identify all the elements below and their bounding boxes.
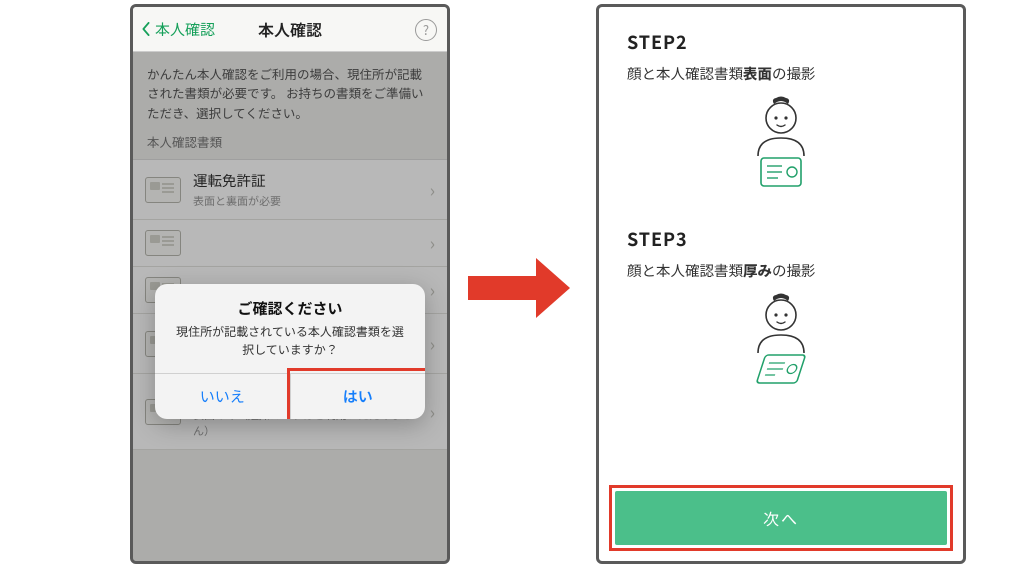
nav-bar: 本人確認 本人確認 ? [133,7,447,52]
right-phone-frame: STEP2 顔と本人確認書類表面の撮影 STEP3 [596,4,966,564]
alert-message: 現住所が記載されている本人確認書類を選択していますか？ [155,323,425,373]
step3-illustration [627,293,935,403]
step3-desc: 顔と本人確認書類厚みの撮影 [627,260,935,281]
step2-desc-post: の撮影 [772,63,816,84]
alert-title: ご確認ください [155,284,425,323]
person-card-icon [736,96,826,206]
left-body: かんたん本人確認をご利用の場合、現住所が記載された書類が必要です。 お持ちの書類… [133,52,447,562]
step2-label: STEP2 [627,29,935,55]
step3-desc-pre: 顔と本人確認書類 [627,260,743,281]
next-button[interactable]: 次へ [615,491,947,545]
person-card-thickness-icon [736,293,826,403]
left-phone-frame: 本人確認 本人確認 ? かんたん本人確認をご利用の場合、現住所が記載された書類が… [130,4,450,564]
step2-desc-bold: 表面 [743,63,772,84]
next-highlight-icon: 次へ [609,485,953,551]
alert-no-button[interactable]: いいえ [155,374,291,419]
next-button-wrap: 次へ [609,485,953,551]
step3-desc-post: の撮影 [772,260,816,281]
confirm-alert: ご確認ください 現住所が記載されている本人確認書類を選択していますか？ いいえ … [155,284,425,419]
arrow-icon [468,258,578,318]
alert-yes-button[interactable]: はい [291,374,426,419]
step3-label: STEP3 [627,226,935,252]
nav-title: 本人確認 [133,17,447,41]
step2-desc: 顔と本人確認書類表面の撮影 [627,63,935,84]
step3-desc-bold: 厚み [743,260,772,281]
help-icon[interactable]: ? [415,19,437,41]
step2-illustration [627,96,935,206]
step2-desc-pre: 顔と本人確認書類 [627,63,743,84]
